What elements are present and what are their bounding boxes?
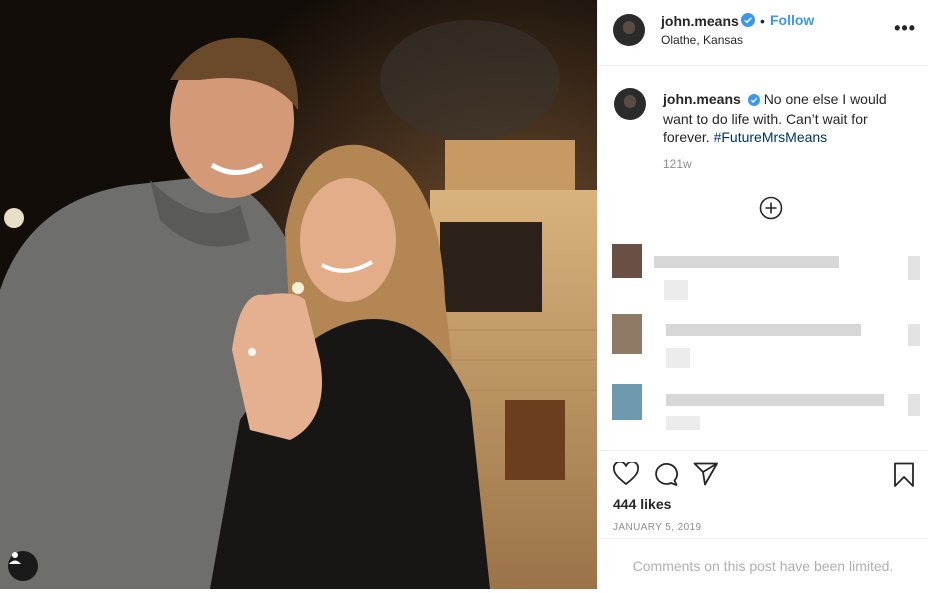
post-side-panel: john.means • Follow Olathe, Kansas ••• j… xyxy=(597,0,928,589)
blurred-comment xyxy=(612,244,922,300)
caption-author-avatar[interactable] xyxy=(614,88,646,120)
heart-icon[interactable] xyxy=(613,460,639,491)
author-avatar[interactable] xyxy=(613,14,645,46)
paper-plane-icon[interactable] xyxy=(693,462,719,491)
bookmark-icon[interactable] xyxy=(893,462,915,493)
blurred-comment xyxy=(612,314,922,368)
post-location[interactable]: Olathe, Kansas xyxy=(661,33,743,47)
post-header: john.means • Follow Olathe, Kansas ••• xyxy=(598,0,928,66)
comments-limited-notice: Comments on this post have been limited. xyxy=(598,538,928,589)
verified-badge-icon xyxy=(747,92,760,110)
verified-badge-icon xyxy=(741,13,755,32)
post-modal: john.means • Follow Olathe, Kansas ••• j… xyxy=(0,0,928,589)
more-options-icon[interactable]: ••• xyxy=(894,19,916,37)
caption-hashtag[interactable]: #FutureMrsMeans xyxy=(714,129,828,145)
separator-dot: • xyxy=(760,13,765,29)
post-photo[interactable] xyxy=(0,0,597,589)
likes-count[interactable]: 444 likes xyxy=(613,496,671,512)
follow-button[interactable]: Follow xyxy=(770,12,814,28)
engagement-photo-illustration xyxy=(0,0,597,589)
post-date[interactable]: JANUARY 5, 2019 xyxy=(613,522,701,533)
caption-username[interactable]: john.means xyxy=(663,91,741,107)
author-username[interactable]: john.means xyxy=(661,13,739,29)
plus-circle-icon[interactable] xyxy=(759,196,783,225)
post-actions: 444 likes JANUARY 5, 2019 xyxy=(598,450,928,538)
blurred-comment xyxy=(612,384,922,434)
comment-bubble-icon[interactable] xyxy=(653,462,679,491)
post-caption: john.means No one else I would want to d… xyxy=(663,90,908,146)
user-tag-icon[interactable] xyxy=(8,551,38,581)
caption-age: 121w xyxy=(663,157,692,171)
